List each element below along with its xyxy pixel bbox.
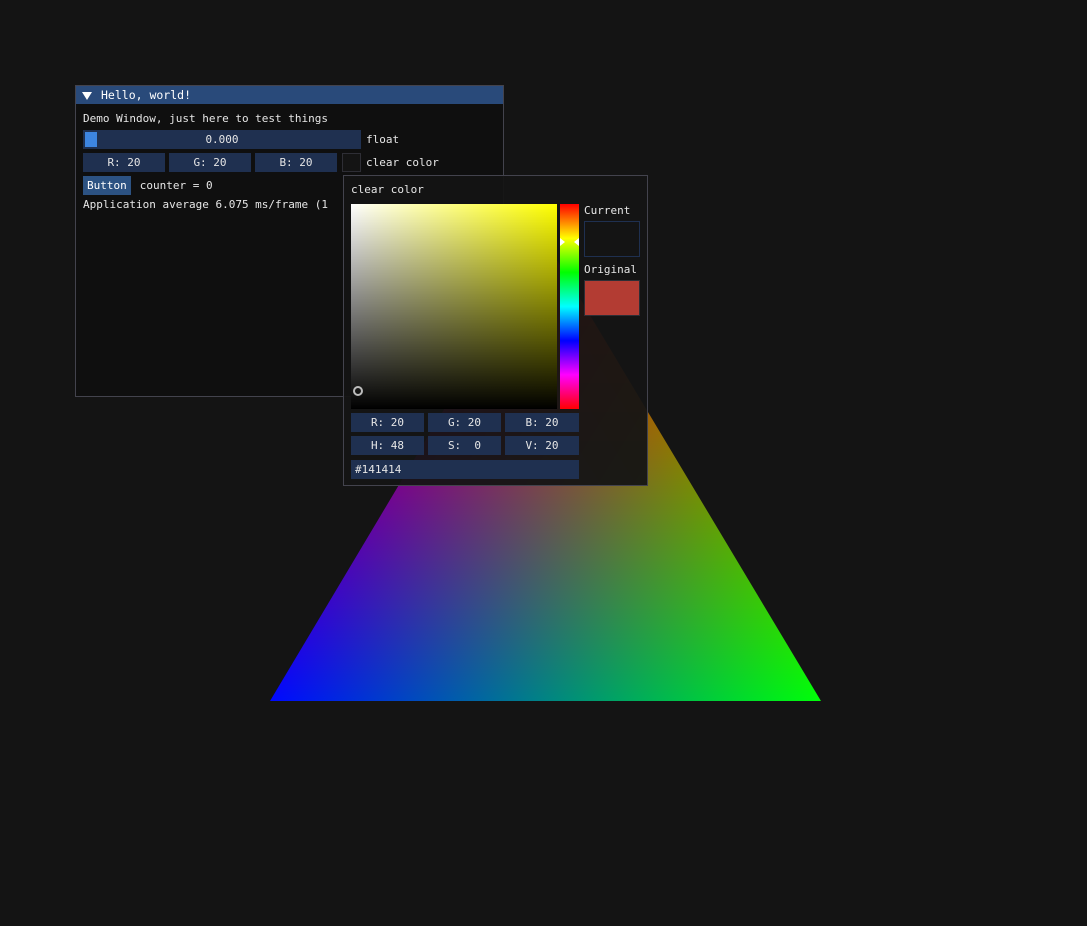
float-label: float <box>366 133 400 146</box>
picker-g-field[interactable]: G: 20 <box>428 413 501 432</box>
intro-text: Demo Window, just here to test things <box>83 112 329 125</box>
picker-r-field[interactable]: R: 20 <box>351 413 424 432</box>
sv-cursor[interactable] <box>353 386 363 396</box>
counter-button[interactable]: Button <box>83 176 131 195</box>
clear-color-swatch[interactable] <box>342 153 361 172</box>
window-title: Hello, world! <box>101 88 192 102</box>
collapse-arrow-icon[interactable] <box>82 91 92 100</box>
window-title-bar[interactable]: Hello, world! <box>76 86 503 104</box>
picker-s-field[interactable]: S: 0 <box>428 436 501 455</box>
picker-v-field[interactable]: V: 20 <box>505 436 579 455</box>
counter-text: counter = 0 <box>139 179 213 192</box>
hue-marker-left-icon[interactable] <box>560 238 565 246</box>
hue-bar[interactable] <box>560 204 579 409</box>
perf-text: Application average 6.075 ms/frame (1 <box>83 198 329 211</box>
float-slider-value: 0.000 <box>205 133 239 146</box>
original-color-swatch[interactable] <box>584 280 640 316</box>
clear-color-b-field[interactable]: B: 20 <box>255 153 337 172</box>
picker-h-field[interactable]: H: 48 <box>351 436 424 455</box>
clear-color-r-field[interactable]: R: 20 <box>83 153 165 172</box>
float-slider[interactable]: 0.000 <box>83 130 361 149</box>
hue-marker-right-icon[interactable] <box>574 238 579 246</box>
original-label: Original <box>584 263 637 276</box>
slider-grab[interactable] <box>85 132 97 147</box>
color-picker-popup[interactable]: clear color Current Original R: 20 G: 20… <box>343 175 648 486</box>
clear-color-g-field[interactable]: G: 20 <box>169 153 251 172</box>
saturation-value-square[interactable] <box>351 204 557 409</box>
current-color-swatch <box>584 221 640 257</box>
clear-color-label: clear color <box>366 156 439 169</box>
picker-title: clear color <box>351 183 424 196</box>
picker-hex-input[interactable]: #141414 <box>351 460 579 479</box>
current-label: Current <box>584 204 631 217</box>
picker-b-field[interactable]: B: 20 <box>505 413 579 432</box>
